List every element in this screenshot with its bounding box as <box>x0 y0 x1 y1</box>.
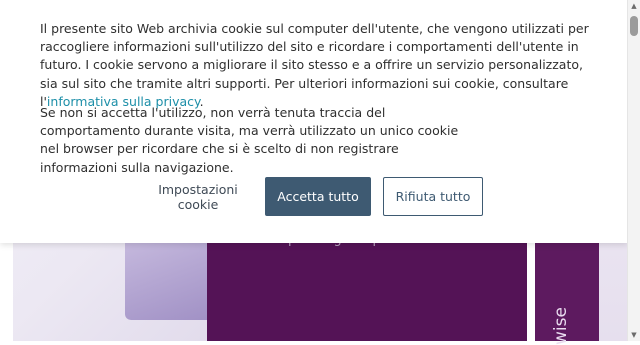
scrollbar-thumb[interactable] <box>630 16 638 36</box>
hero-side-text: wise <box>551 307 571 345</box>
accept-all-button[interactable]: Accetta tutto <box>265 177 371 216</box>
scroll-down-icon[interactable]: ▼ <box>628 329 640 341</box>
cookie-settings-button[interactable]: Impostazioni cookie <box>136 177 260 216</box>
vertical-scrollbar[interactable]: ▲ ▼ <box>627 0 640 341</box>
reject-all-button[interactable]: Rifiuta tutto <box>383 177 483 216</box>
cookie-banner: Il presente sito Web archivia cookie sul… <box>0 0 628 243</box>
cookie-description: Il presente sito Web archivia cookie sul… <box>40 20 600 111</box>
cookie-decline-notice: Se non si accetta l'utilizzo, non verrà … <box>40 105 459 175</box>
scroll-up-icon[interactable]: ▲ <box>628 0 640 12</box>
